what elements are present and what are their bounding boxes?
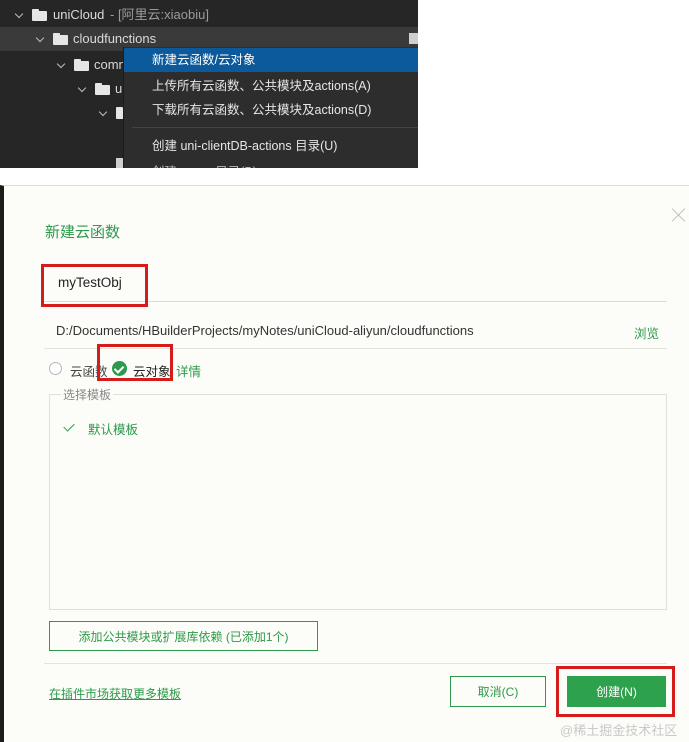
menu-item-new-cloud-function[interactable]: 新建云函数/云对象 — [124, 48, 418, 72]
browse-link[interactable]: 浏览 — [634, 323, 659, 342]
menu-item-create-clientdb-actions[interactable]: 创建 uni-clientDB-actions 目录(U) — [124, 134, 418, 158]
menu-item-download-all[interactable]: 下载所有云函数、公共模块及actions(D) — [124, 98, 418, 122]
tree-item-label: u — [115, 81, 123, 96]
dialog-title: 新建云函数 — [45, 224, 121, 241]
file-icon — [409, 33, 418, 44]
tree-item-unicloud[interactable]: uniCloud - [阿里云:xiaobiu] — [0, 3, 418, 27]
plugin-market-link[interactable]: 在插件市场获取更多模板 — [49, 685, 181, 702]
highlight-box-type — [97, 344, 173, 381]
template-item-label: 默认模板 — [88, 423, 139, 437]
explorer-panel: uniCloud - [阿里云:xiaobiu] cloudfunctions … — [0, 0, 418, 168]
highlight-box-name — [41, 264, 148, 307]
menu-separator — [132, 127, 418, 128]
add-dependency-button[interactable]: 添加公共模块或扩展库依赖 (已添加1个) — [49, 621, 318, 651]
tree-item-suffix: - [阿里云:xiaobiu] — [110, 7, 209, 22]
folder-icon — [74, 59, 89, 71]
template-section-label: 选择模板 — [61, 386, 114, 403]
new-cloud-function-dialog: 新建云函数 D:/Documents/HBuilderProjects/myNo… — [0, 185, 689, 742]
radio-unchecked-icon[interactable] — [49, 362, 62, 375]
watermark: @稀土掘金技术社区 — [560, 723, 678, 738]
folder-icon — [53, 33, 68, 45]
details-link[interactable]: 详情 — [176, 361, 201, 380]
highlight-box-create — [556, 666, 675, 717]
folder-icon — [95, 83, 110, 95]
chevron-down-icon[interactable] — [56, 53, 68, 77]
menu-item-upload-all[interactable]: 上传所有云函数、公共模块及actions(A) — [124, 74, 418, 98]
chevron-down-icon[interactable] — [77, 77, 89, 101]
tree-item-label: uniCloud — [53, 7, 105, 22]
context-menu: 新建云函数/云对象 上传所有云函数、公共模块及actions(A) 下载所有云函… — [123, 47, 418, 168]
chevron-down-icon[interactable] — [14, 3, 26, 27]
cancel-button[interactable]: 取消(C) — [450, 676, 546, 707]
chevron-down-icon[interactable] — [98, 101, 110, 125]
chevron-down-icon[interactable] — [35, 27, 47, 51]
divider — [44, 663, 667, 664]
menu-item-create-directory[interactable]: 创建 ......... 目录(B) — [124, 160, 418, 168]
folder-icon — [32, 9, 47, 21]
close-icon[interactable] — [670, 206, 688, 224]
check-icon — [63, 420, 75, 432]
template-list: 默认模板 — [49, 394, 667, 610]
path-text: D:/Documents/HBuilderProjects/myNotes/un… — [56, 323, 474, 338]
